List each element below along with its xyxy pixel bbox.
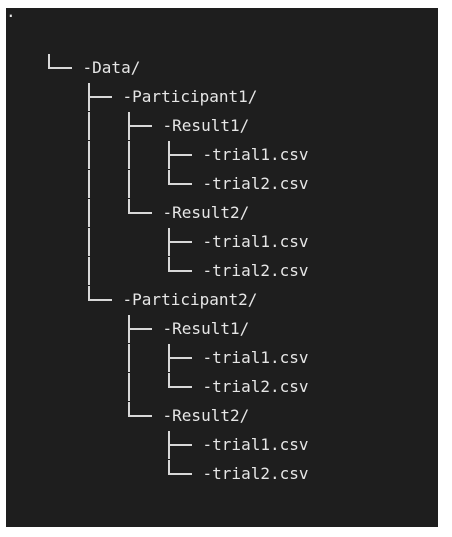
tree-root-dot: . xyxy=(6,2,16,21)
tree-row-p1-r1-trial1: -trial1.csv xyxy=(46,113,309,169)
tree-connector-last xyxy=(165,460,199,488)
tree-row-p1-result1: -Result1/ xyxy=(46,84,249,140)
tree-row-p2-r2-trial2: -trial2.csv xyxy=(46,432,309,483)
tree-row-p1-r2-trial2: -trial2.csv xyxy=(46,229,309,285)
tree-row-p1-r1-trial2: -trial2.csv xyxy=(46,142,309,198)
tree-row-p1-r2-trial1: -trial1.csv xyxy=(46,200,309,256)
tree-row-p2-r1-trial2: -trial2.csv xyxy=(46,345,309,401)
tree-row-data: -Data/ xyxy=(6,26,140,77)
tree-row-p2-result1: -Result1/ xyxy=(46,287,249,343)
tree-row-participant1: -Participant1/ xyxy=(46,55,257,111)
tree-row-p2-r1-trial1: -trial1.csv xyxy=(46,316,309,372)
tree-row-participant2: -Participant2/ xyxy=(46,258,257,309)
terminal-window: . -Data/ -Participant1/ -Result1/ -trial… xyxy=(6,4,438,527)
tree-row-p1-result2: -Result2/ xyxy=(46,171,249,227)
tree-row-p2-result2: -Result2/ xyxy=(46,374,249,425)
tree-row-p2-r2-trial1: -trial1.csv xyxy=(46,403,309,459)
file-p2-r2-trial2[interactable]: -trial2.csv xyxy=(199,460,309,488)
